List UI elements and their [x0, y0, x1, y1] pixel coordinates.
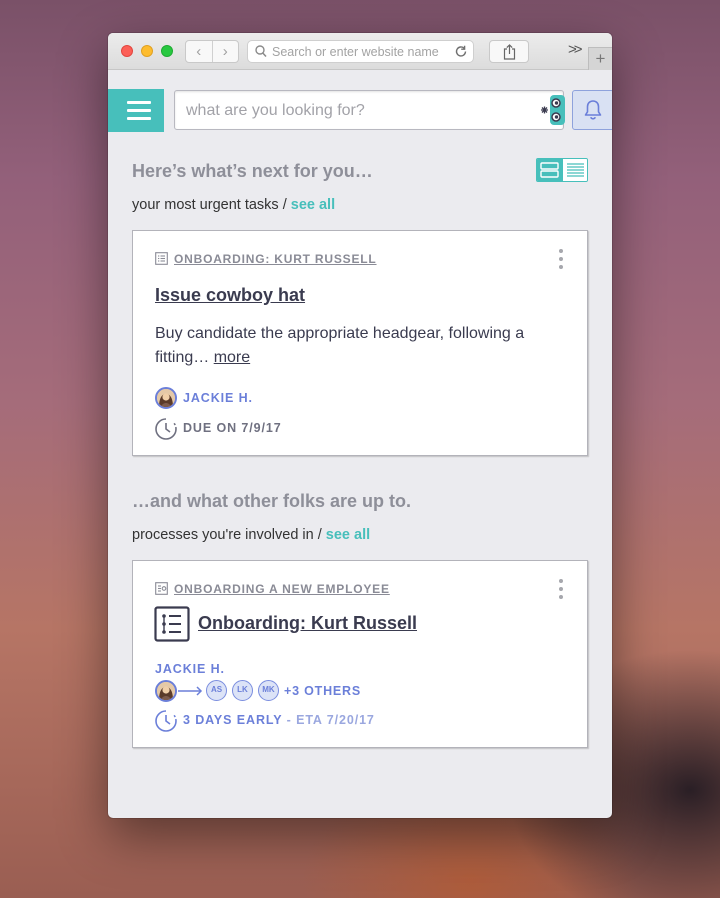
zoom-window-button[interactable]: [161, 45, 173, 57]
back-button[interactable]: ‹: [186, 41, 213, 62]
menu-bar-icon: [127, 101, 151, 104]
history-nav: ‹ ›: [185, 40, 239, 63]
others-section-subheading: processes you're involved in / see all: [132, 527, 370, 543]
avatar-photo: [157, 389, 175, 407]
process-status-early: 3 DAYS EARLY: [183, 713, 283, 727]
task-more-link[interactable]: more: [214, 349, 250, 366]
other-participants-link[interactable]: +3 OTHERS: [284, 684, 361, 698]
browser-toolbar: ‹ › Search or enter website name >> +: [108, 33, 612, 70]
due-clock-icon: [155, 418, 177, 440]
task-due-date: DUE ON 7/9/17: [183, 421, 282, 435]
share-button[interactable]: [489, 40, 529, 63]
participant-avatar[interactable]: MK: [258, 680, 279, 701]
process-more-options-button[interactable]: [557, 579, 565, 603]
task-assignee[interactable]: JACKIE H.: [183, 391, 253, 405]
card-view-icon: [540, 162, 559, 178]
status-clock-icon: [155, 710, 177, 732]
browser-window: ‹ › Search or enter website name >> + wh…: [108, 33, 612, 818]
menu-bar-icon: [127, 109, 151, 112]
list-view-icon: [566, 163, 584, 177]
bell-icon: [584, 100, 602, 120]
reload-icon[interactable]: [454, 44, 468, 59]
next-section-subheading: your most urgent tasks / see all: [132, 197, 335, 213]
process-card[interactable]: ONBOARDING A NEW EMPLOYEE Onboarding: Ku…: [132, 560, 588, 748]
process-status: 3 DAYS EARLY - ETA 7/20/17: [183, 713, 375, 727]
search-icon: [255, 45, 267, 58]
task-description-text: Buy candidate the appropriate headgear, …: [155, 325, 525, 366]
process-title-link[interactable]: Onboarding: Kurt Russell: [198, 613, 417, 634]
participant-avatar[interactable]: LK: [232, 680, 253, 701]
process-template-link[interactable]: ONBOARDING A NEW EMPLOYEE: [174, 582, 390, 596]
process-template-icon: [155, 582, 168, 595]
others-section-subheading-text: processes you're involved in /: [132, 527, 322, 543]
search-input[interactable]: [186, 100, 526, 122]
menu-bar-icon: [127, 117, 151, 120]
next-section-subheading-text: your most urgent tasks /: [132, 197, 287, 213]
avatar-photo: [157, 682, 175, 700]
next-section-heading: Here’s what’s next for you…: [132, 161, 373, 181]
task-context-link[interactable]: ONBOARDING: KURT RUSSELL: [174, 252, 377, 266]
address-bar[interactable]: Search or enter website name: [247, 40, 474, 63]
see-all-tasks-link[interactable]: see all: [291, 197, 335, 213]
card-view-toggle[interactable]: [537, 159, 562, 181]
close-window-button[interactable]: [121, 45, 133, 57]
avatar: [155, 680, 177, 702]
process-owner[interactable]: JACKIE H.: [155, 662, 225, 676]
search-box: [174, 90, 565, 130]
task-card[interactable]: ONBOARDING: KURT RUSSELL Issue cowboy ha…: [132, 230, 588, 456]
share-icon: [503, 44, 516, 60]
process-status-eta: - ETA 7/20/17: [286, 713, 375, 727]
task-more-options-button[interactable]: [557, 249, 565, 273]
address-bar-placeholder: Search or enter website name: [272, 45, 439, 59]
process-list-icon: [154, 606, 190, 642]
handoff-arrow-icon: [178, 686, 203, 696]
notifications-button[interactable]: [572, 90, 612, 130]
mascot-icon: [541, 95, 565, 125]
task-title-link[interactable]: Issue cowboy hat: [155, 285, 305, 306]
avatar: [155, 387, 177, 409]
new-tab-button[interactable]: +: [588, 47, 612, 70]
hamburger-menu-button[interactable]: [108, 89, 164, 132]
participant-avatar[interactable]: AS: [206, 680, 227, 701]
view-toggle: [536, 158, 588, 182]
forward-button[interactable]: ›: [213, 41, 239, 62]
checklist-icon: [155, 252, 168, 265]
see-all-processes-link[interactable]: see all: [326, 527, 370, 543]
task-description: Buy candidate the appropriate headgear, …: [155, 322, 555, 370]
toolbar-overflow-icon[interactable]: >>: [568, 41, 582, 58]
minimize-window-button[interactable]: [141, 45, 153, 57]
others-section-heading: …and what other folks are up to.: [132, 491, 412, 511]
list-view-toggle[interactable]: [561, 159, 587, 181]
